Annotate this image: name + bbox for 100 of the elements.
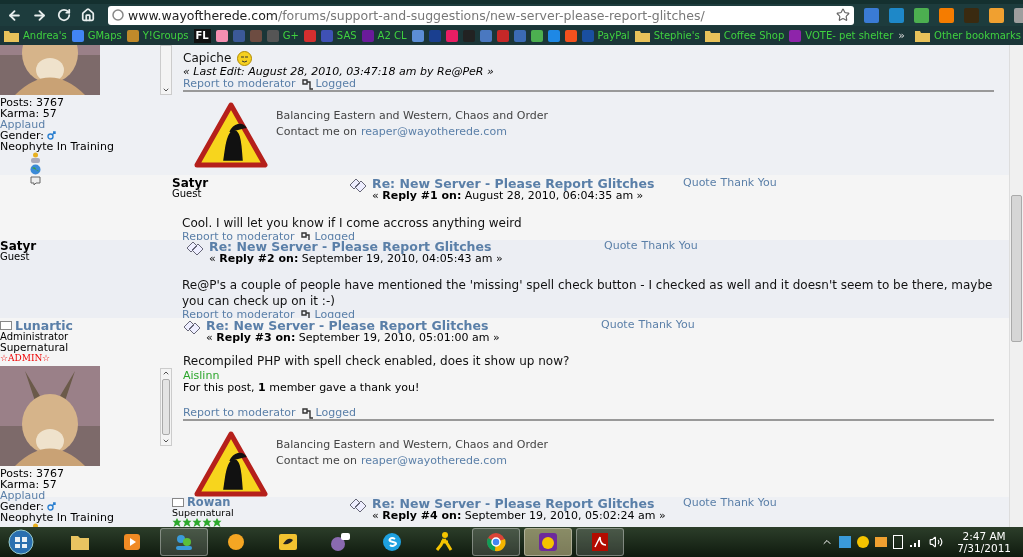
- extension-icon[interactable]: [989, 7, 1004, 23]
- report-to-moderator-link[interactable]: Report to moderator: [182, 309, 295, 321]
- battery-icon[interactable]: [893, 535, 904, 549]
- reply-info: « Reply #3 on: September 19, 2010, 05:01:00 am »: [206, 332, 500, 344]
- bookmark-icon[interactable]: [547, 29, 560, 42]
- applaud-link[interactable]: Applaud: [0, 119, 160, 130]
- bookmark[interactable]: Other bookmarks: [915, 29, 1021, 42]
- bookmark-icon[interactable]: [530, 29, 543, 42]
- post-action-link[interactable]: Thank You: [720, 497, 777, 509]
- skype-icon: [381, 531, 403, 553]
- bookmark[interactable]: Andrea's: [4, 29, 67, 42]
- post-action-link[interactable]: Quote: [683, 177, 717, 189]
- member-stat: Neophyte In Training: [0, 141, 115, 152]
- bookmark-star-icon[interactable]: [836, 8, 850, 22]
- bookmark[interactable]: SAS: [320, 29, 357, 42]
- male-icon: [47, 131, 57, 140]
- member-stat: Posts: 3767: [0, 97, 65, 108]
- page-icon: [112, 9, 124, 21]
- bookmark-icon[interactable]: [303, 29, 316, 42]
- bookmark-icon[interactable]: [411, 29, 424, 42]
- post-action-link[interactable]: Quote: [683, 497, 717, 509]
- logged-link[interactable]: Logged: [315, 78, 356, 90]
- author-name-link[interactable]: Lunartic: [15, 319, 74, 332]
- email-link[interactable]: reaper@wayotherede.com: [361, 126, 507, 138]
- bookmark-icon[interactable]: [564, 29, 577, 42]
- bookmark-icon[interactable]: [445, 29, 458, 42]
- reply-info: « Reply #1 on: August 28, 2010, 06:04:35 am »: [372, 190, 645, 202]
- logged-link[interactable]: Logged: [315, 407, 356, 419]
- bookmark[interactable]: Coffee Shop: [704, 29, 785, 42]
- signature-contact: Contact me on: [276, 455, 357, 467]
- speech-bubble-icon[interactable]: [29, 176, 41, 186]
- applaud-link[interactable]: Applaud: [0, 490, 160, 501]
- post-action-link[interactable]: Quote: [601, 319, 635, 331]
- volume-icon[interactable]: [929, 535, 944, 549]
- clock[interactable]: 2:47 AM 7/31/2011: [949, 530, 1019, 554]
- post-title-link[interactable]: Re: New Server - Please Report Glitches: [372, 177, 655, 190]
- bookmark[interactable]: FL: [193, 28, 211, 43]
- reply-info: « Reply #2 on: September 19, 2010, 04:05:43 am »: [209, 253, 503, 265]
- bookmark[interactable]: G+: [266, 29, 299, 42]
- scroll-down-icon[interactable]: [162, 86, 170, 94]
- chrome-icon: [485, 531, 507, 553]
- media-icon: [121, 531, 143, 553]
- email-link[interactable]: reaper@wayotherede.com: [361, 455, 507, 467]
- post-body: Re@P's a couple of people have mentioned the 'missing' spell check button - I checked as well and it doesn't seem to be there, maybe you can check up on it :-): [181, 277, 994, 309]
- post-title-link[interactable]: Re: New Server - Please Report Glitches: [209, 240, 503, 253]
- post-body: Cool. I will let you know if I come accross anything weird: [181, 215, 523, 231]
- post-action-link[interactable]: Thank You: [641, 240, 698, 252]
- bookmark[interactable]: A2 CL: [361, 29, 407, 42]
- gender-label: Gender:: [0, 130, 45, 141]
- folder-icon: [915, 29, 931, 42]
- bookmark-icon[interactable]: [479, 29, 492, 42]
- page-scrollbar[interactable]: [1009, 45, 1023, 527]
- post-action-link[interactable]: Quote: [604, 240, 638, 252]
- document-icon: [589, 531, 611, 553]
- bookmark-icon[interactable]: [215, 29, 228, 42]
- star-icon: [182, 518, 192, 527]
- runner-icon: [433, 531, 455, 553]
- author-name: Satyr: [172, 177, 209, 189]
- tray-app-icon[interactable]: [857, 536, 870, 548]
- bookmark[interactable]: GMaps: [71, 29, 122, 42]
- address-bar[interactable]: www.wayoftherede.com/forums/support-and-suggestions/new-server-please-report-glitches/: [108, 5, 854, 25]
- male-icon: [47, 502, 57, 511]
- globe-icon[interactable]: [29, 164, 41, 175]
- scroll-thumb[interactable]: [162, 379, 170, 435]
- tray-app-icon[interactable]: [839, 536, 852, 548]
- report-to-moderator-link[interactable]: Report to moderator: [183, 78, 296, 90]
- scroll-down-icon[interactable]: [162, 437, 170, 445]
- member-stat: Karma: 57: [0, 479, 58, 490]
- scroll-up-icon[interactable]: [162, 369, 170, 377]
- reply-info: « Reply #4 on: September 19, 2010, 05:02:24 am »: [372, 510, 666, 522]
- author-title: Guest: [0, 252, 30, 262]
- post-action-link[interactable]: Thank You: [720, 177, 777, 189]
- post-title-link[interactable]: Re: New Server - Please Report Glitches: [206, 319, 500, 332]
- report-to-moderator-link[interactable]: Report to moderator: [183, 407, 296, 419]
- member-stat: Neophyte In Training: [0, 512, 115, 523]
- extension-icon[interactable]: [939, 7, 954, 23]
- bookmark-icon[interactable]: [513, 29, 526, 42]
- bookmark[interactable]: Y!Groups: [126, 29, 189, 42]
- bookmark[interactable]: Stephie's: [634, 29, 700, 42]
- taskbar-app-button[interactable]: [472, 528, 520, 556]
- author-title: Administrator: [0, 332, 70, 342]
- report-to-moderator-link[interactable]: Report to moderator: [182, 231, 295, 243]
- bookmark[interactable]: PayPal: [581, 29, 630, 42]
- pidgin-icon: [329, 531, 351, 553]
- bookmark[interactable]: VOTE- pet shelter: [789, 29, 894, 42]
- post-title-link[interactable]: Re: New Server - Please Report Glitches: [372, 497, 666, 510]
- author-name-link[interactable]: Rowan: [187, 497, 231, 508]
- star-icon: [202, 518, 212, 527]
- extension-icon[interactable]: [914, 7, 929, 23]
- more-bookmarks-chevron[interactable]: »: [898, 29, 906, 42]
- signature-contact: Contact me on: [276, 126, 357, 138]
- post-action-link[interactable]: Thank You: [638, 319, 695, 331]
- forward-arrow-icon: [32, 7, 47, 23]
- member-group: Supernatural: [0, 342, 160, 353]
- star-icon: [192, 518, 202, 527]
- star-icon: [212, 518, 222, 527]
- folder-icon: [634, 29, 650, 42]
- tray-app-icon[interactable]: [875, 537, 888, 547]
- extension-icon[interactable]: [889, 7, 904, 23]
- extension-icon[interactable]: [864, 7, 879, 23]
